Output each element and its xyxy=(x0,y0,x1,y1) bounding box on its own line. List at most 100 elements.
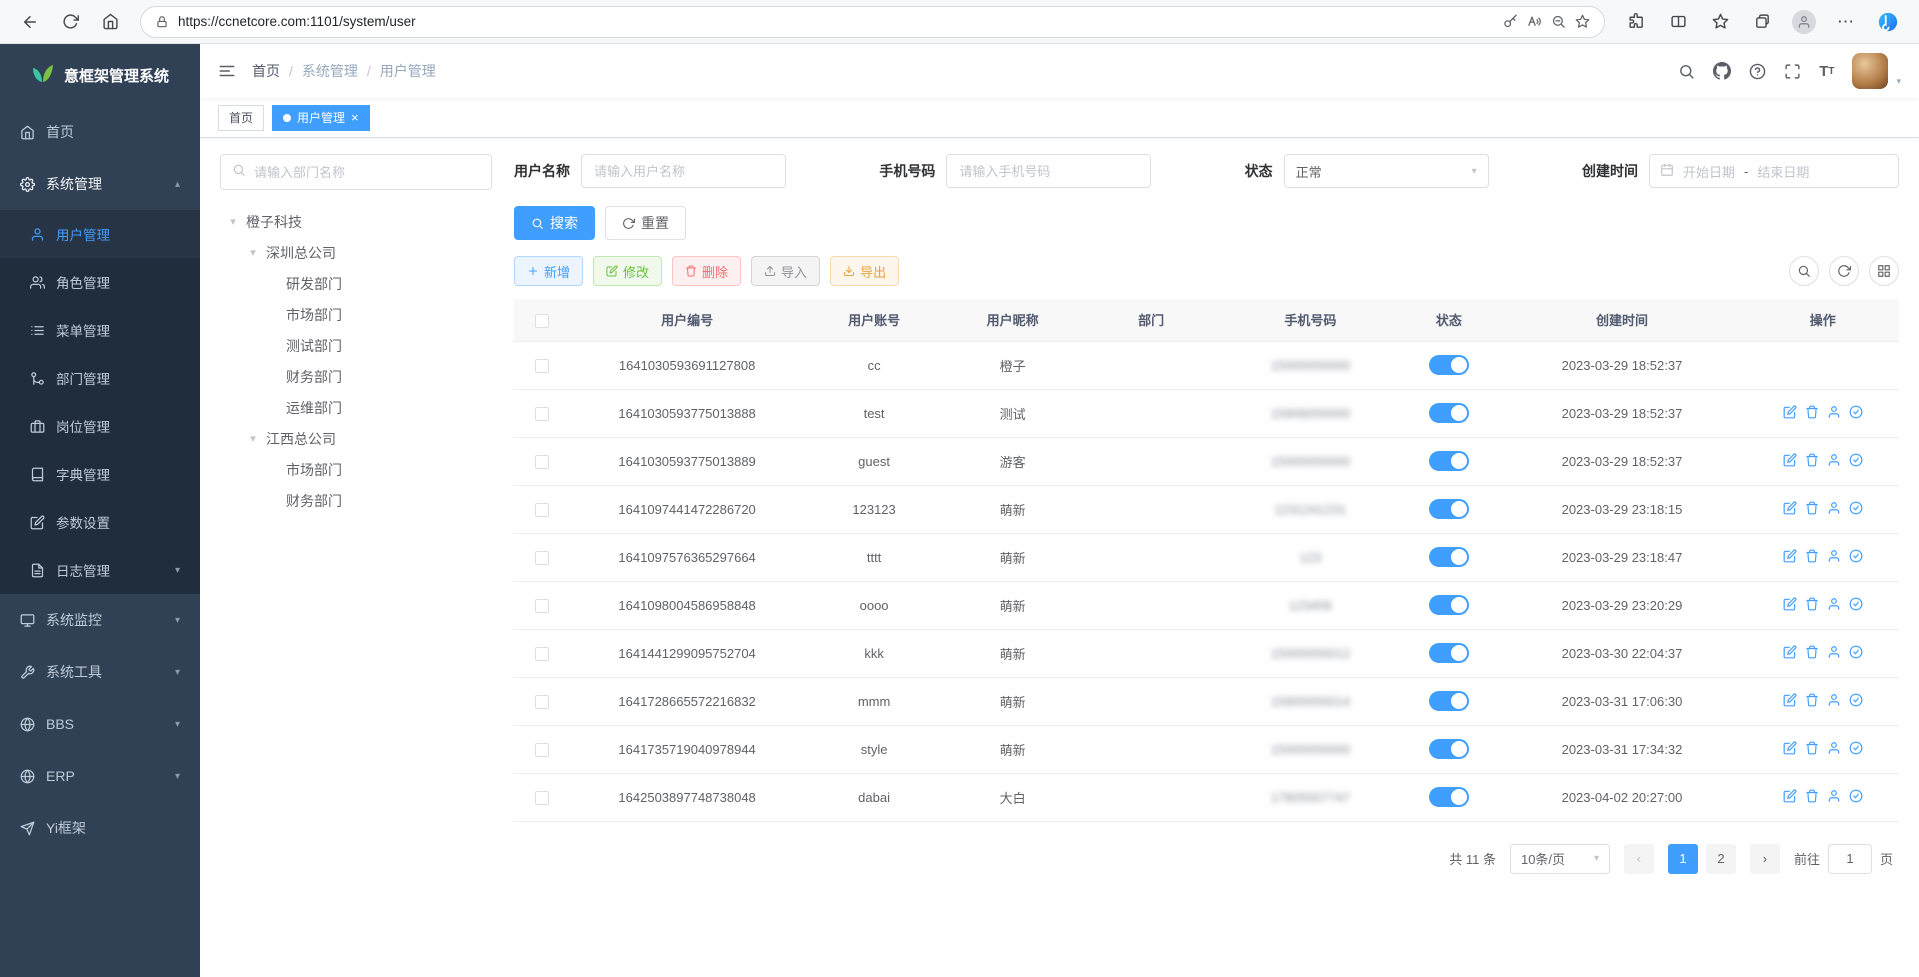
sidebar-item-home[interactable]: 首页 xyxy=(0,106,200,158)
sidebar-item-dict-mgmt[interactable]: 字典管理 xyxy=(0,450,200,498)
reset-password-button[interactable] xyxy=(1823,403,1845,424)
import-button[interactable]: 导入 xyxy=(751,256,820,286)
tree-node[interactable]: 运维部门 xyxy=(220,392,492,423)
back-button[interactable] xyxy=(14,6,46,38)
row-checkbox[interactable] xyxy=(535,647,549,661)
assign-role-button[interactable] xyxy=(1845,451,1867,472)
assign-role-button[interactable] xyxy=(1845,643,1867,664)
collections-icon[interactable] xyxy=(1745,6,1779,38)
reset-password-button[interactable] xyxy=(1823,595,1845,616)
row-checkbox[interactable] xyxy=(535,359,549,373)
row-checkbox[interactable] xyxy=(535,599,549,613)
page-button-2[interactable]: 2 xyxy=(1706,844,1736,874)
row-checkbox[interactable] xyxy=(535,551,549,565)
status-toggle[interactable] xyxy=(1429,643,1469,663)
sidebar-item-system-mgmt[interactable]: 系统管理 ▴ xyxy=(0,158,200,210)
sidebar-item-system-monitor[interactable]: 系统监控 ▾ xyxy=(0,594,200,646)
status-toggle[interactable] xyxy=(1429,595,1469,615)
caret-down-icon[interactable]: ▾ xyxy=(246,432,260,445)
breadcrumb-home[interactable]: 首页 xyxy=(252,61,280,81)
delete-button[interactable] xyxy=(1801,691,1823,712)
tree-node[interactable]: ▾橙子科技 xyxy=(220,206,492,237)
goto-page-input[interactable] xyxy=(1828,844,1872,874)
github-icon[interactable] xyxy=(1713,62,1731,80)
page-size-select[interactable]: 10条/页 ▾ xyxy=(1510,844,1610,874)
reset-password-button[interactable] xyxy=(1823,643,1845,664)
read-aloud-icon[interactable] xyxy=(1527,14,1542,29)
edit-button[interactable] xyxy=(1779,547,1801,568)
sidebar-toggle-icon[interactable] xyxy=(218,62,236,80)
next-page-button[interactable]: › xyxy=(1750,844,1780,874)
page-button-1[interactable]: 1 xyxy=(1668,844,1698,874)
delete-button[interactable] xyxy=(1801,787,1823,808)
assign-role-button[interactable] xyxy=(1845,547,1867,568)
assign-role-button[interactable] xyxy=(1845,691,1867,712)
caret-down-icon[interactable]: ▾ xyxy=(226,215,240,228)
modify-button[interactable]: 修改 xyxy=(593,256,662,286)
edit-button[interactable] xyxy=(1779,595,1801,616)
sidebar-item-param-settings[interactable]: 参数设置 xyxy=(0,498,200,546)
sidebar-item-menu-mgmt[interactable]: 菜单管理 xyxy=(0,306,200,354)
tree-node[interactable]: ▾深圳总公司 xyxy=(220,237,492,268)
zoom-out-icon[interactable] xyxy=(1551,14,1566,29)
assign-role-button[interactable] xyxy=(1845,739,1867,760)
edit-button[interactable] xyxy=(1779,499,1801,520)
toggle-search-button[interactable] xyxy=(1789,256,1819,286)
tree-node[interactable]: ▾江西总公司 xyxy=(220,423,492,454)
split-screen-icon[interactable] xyxy=(1661,6,1695,38)
dept-search-input[interactable] xyxy=(254,165,480,180)
sidebar-item-yi-framework[interactable]: Yi框架 xyxy=(0,802,200,854)
sidebar-item-system-tools[interactable]: 系统工具 ▾ xyxy=(0,646,200,698)
status-toggle[interactable] xyxy=(1429,691,1469,711)
sidebar-item-user-mgmt[interactable]: 用户管理 xyxy=(0,210,200,258)
favorites-icon[interactable] xyxy=(1703,6,1737,38)
date-range-picker[interactable]: 开始日期 - 结束日期 xyxy=(1649,154,1899,188)
copilot-icon[interactable] xyxy=(1871,6,1905,38)
tree-node[interactable]: 财务部门 xyxy=(220,361,492,392)
delete-button[interactable]: 删除 xyxy=(672,256,741,286)
assign-role-button[interactable] xyxy=(1845,787,1867,808)
app-logo[interactable]: 意框架管理系统 xyxy=(0,44,200,106)
tree-node[interactable]: 测试部门 xyxy=(220,330,492,361)
row-checkbox[interactable] xyxy=(535,503,549,517)
close-icon[interactable]: × xyxy=(351,110,359,125)
status-toggle[interactable] xyxy=(1429,739,1469,759)
status-toggle[interactable] xyxy=(1429,355,1469,375)
reset-password-button[interactable] xyxy=(1823,691,1845,712)
row-checkbox[interactable] xyxy=(535,407,549,421)
add-button[interactable]: 新增 xyxy=(514,256,583,286)
row-checkbox[interactable] xyxy=(535,695,549,709)
edit-button[interactable] xyxy=(1779,739,1801,760)
sidebar-item-dept-mgmt[interactable]: 部门管理 xyxy=(0,354,200,402)
row-checkbox[interactable] xyxy=(535,455,549,469)
search-button[interactable]: 搜索 xyxy=(514,206,595,240)
more-menu-icon[interactable]: ⋯ xyxy=(1829,6,1863,38)
delete-button[interactable] xyxy=(1801,451,1823,472)
status-toggle[interactable] xyxy=(1429,403,1469,423)
edit-button[interactable] xyxy=(1779,451,1801,472)
tree-node[interactable]: 市场部门 xyxy=(220,454,492,485)
edit-button[interactable] xyxy=(1779,643,1801,664)
search-icon[interactable] xyxy=(1678,63,1695,80)
profile-avatar[interactable] xyxy=(1787,6,1821,38)
tree-node[interactable]: 研发部门 xyxy=(220,268,492,299)
column-settings-button[interactable] xyxy=(1869,256,1899,286)
select-all-checkbox[interactable] xyxy=(535,314,549,328)
sidebar-item-role-mgmt[interactable]: 角色管理 xyxy=(0,258,200,306)
reset-button[interactable]: 重置 xyxy=(605,206,686,240)
tab-home[interactable]: 首页 xyxy=(218,105,264,131)
delete-button[interactable] xyxy=(1801,643,1823,664)
prev-page-button[interactable]: ‹ xyxy=(1624,844,1654,874)
edit-button[interactable] xyxy=(1779,403,1801,424)
status-toggle[interactable] xyxy=(1429,787,1469,807)
reset-password-button[interactable] xyxy=(1823,499,1845,520)
row-checkbox[interactable] xyxy=(535,743,549,757)
extensions-icon[interactable] xyxy=(1619,6,1653,38)
home-button[interactable] xyxy=(94,6,126,38)
delete-button[interactable] xyxy=(1801,595,1823,616)
reset-password-button[interactable] xyxy=(1823,547,1845,568)
sidebar-item-post-mgmt[interactable]: 岗位管理 xyxy=(0,402,200,450)
username-input[interactable] xyxy=(581,154,786,188)
export-button[interactable]: 导出 xyxy=(830,256,899,286)
reset-password-button[interactable] xyxy=(1823,739,1845,760)
